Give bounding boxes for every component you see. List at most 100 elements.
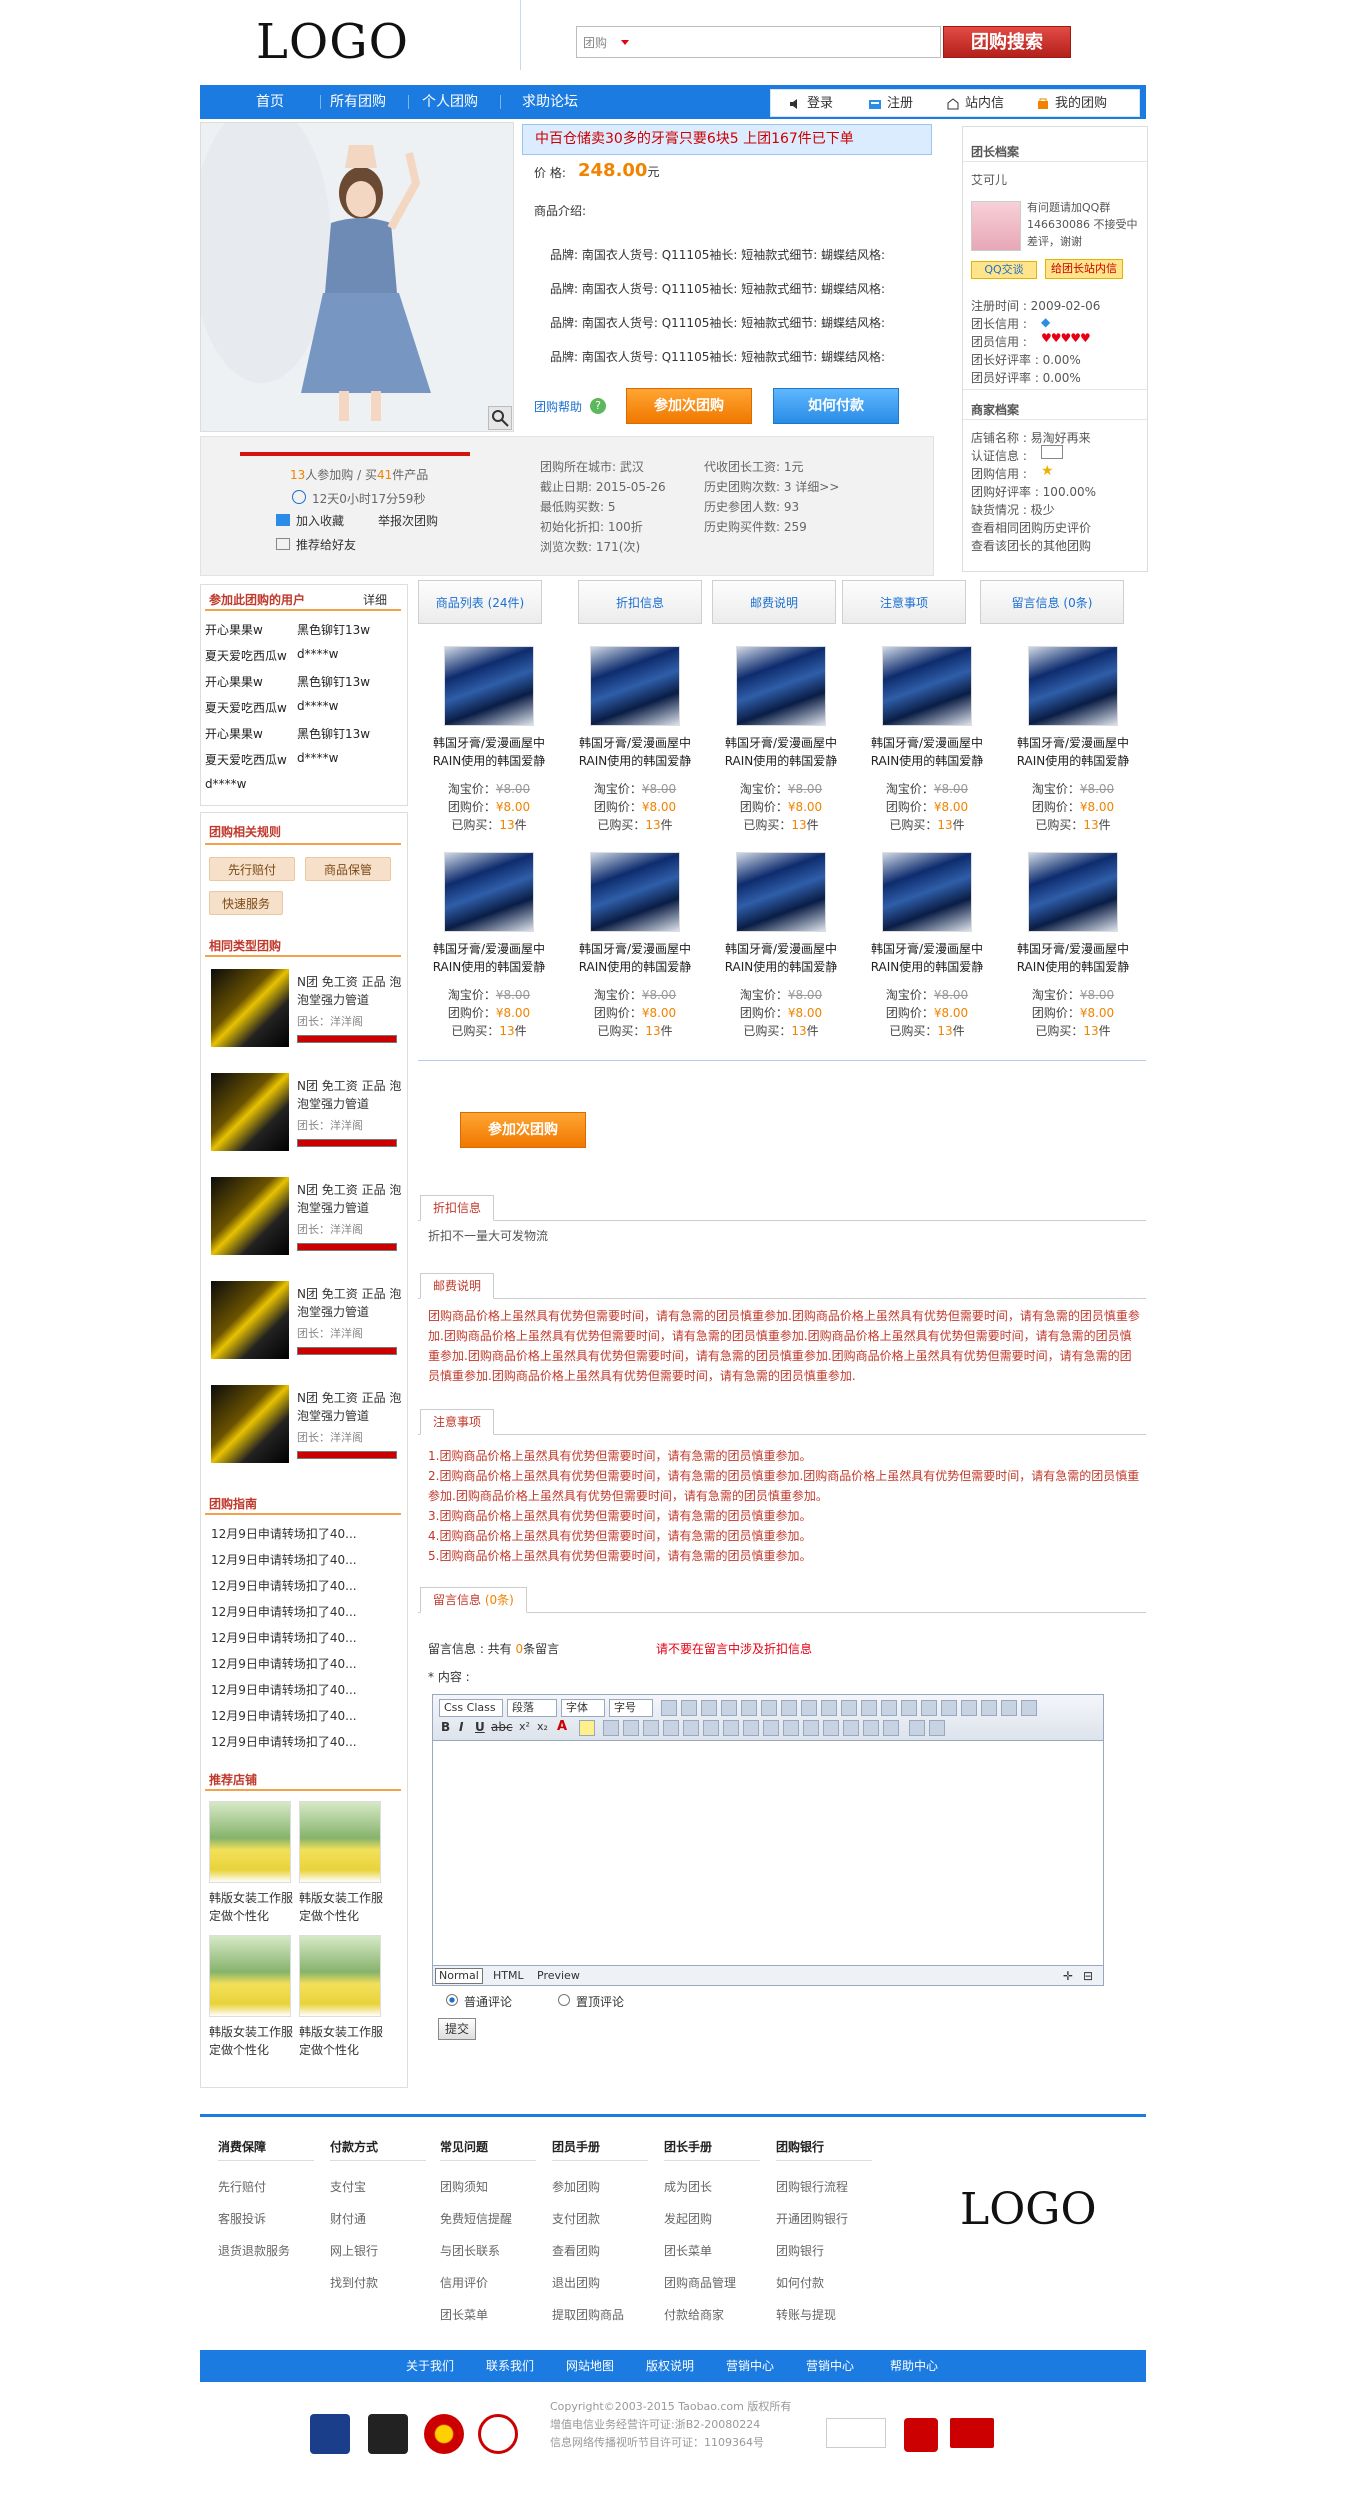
credit-icon[interactable]: [904, 2418, 938, 2452]
nav-item-all-groups[interactable]: 所有团购: [322, 85, 394, 119]
font-size-select[interactable]: 字号: [609, 1699, 653, 1717]
member-name[interactable]: d****w: [297, 751, 338, 765]
footer-link[interactable]: 成为团长: [664, 2178, 712, 2195]
goods-item[interactable]: 韩国牙膏/爱漫画屋中RAIN使用的韩国爱静 淘宝价：¥8.00 团购价：¥8.00 已…: [424, 852, 545, 1052]
member-name[interactable]: 开心果果w: [205, 725, 263, 742]
mode-preview-tab[interactable]: Preview: [537, 1969, 580, 1982]
subscript-icon[interactable]: x₂: [537, 1720, 548, 1733]
align-center-icon[interactable]: [623, 1720, 639, 1736]
shop-thumb[interactable]: [209, 1935, 291, 2017]
guide-item[interactable]: 12月9日申请转场扣了40...: [211, 1551, 357, 1568]
paste-word-icon[interactable]: [761, 1700, 777, 1716]
bold-icon[interactable]: B: [441, 1720, 450, 1734]
rule-pill[interactable]: 商品保管: [305, 857, 391, 881]
guide-item[interactable]: 12月9日申请转场扣了40...: [211, 1603, 357, 1620]
grid-icon[interactable]: [883, 1720, 899, 1736]
redo-icon[interactable]: [861, 1700, 877, 1716]
delete-icon[interactable]: [781, 1700, 797, 1716]
police-badge-icon[interactable]: [310, 2414, 350, 2454]
member-name[interactable]: d****w: [297, 647, 338, 661]
undo-icon[interactable]: [841, 1700, 857, 1716]
goods-item[interactable]: 韩国牙膏/爱漫画屋中RAIN使用的韩国爱静 淘宝价：¥8.00 团购价：¥8.00 已…: [570, 852, 691, 1052]
edit-icon[interactable]: [661, 1700, 677, 1716]
paste-icon[interactable]: [721, 1700, 737, 1716]
cleanup-icon[interactable]: [929, 1720, 945, 1736]
footer-link[interactable]: 参加团购: [552, 2178, 600, 2195]
tab-discount[interactable]: 折扣信息: [578, 580, 702, 624]
business-license-icon[interactable]: [424, 2414, 464, 2454]
table-icon[interactable]: [901, 1700, 917, 1716]
notice-section-tab[interactable]: 注意事项: [420, 1409, 495, 1435]
discount-section-tab[interactable]: 折扣信息: [420, 1195, 495, 1221]
related-thumb[interactable]: [211, 1281, 289, 1359]
footer-link[interactable]: 退出团购: [552, 2274, 600, 2291]
related-thumb[interactable]: [211, 1385, 289, 1463]
guide-item[interactable]: 12月9日申请转场扣了40...: [211, 1733, 357, 1750]
goods-name[interactable]: 韩国牙膏/爱漫画屋中RAIN使用的韩国爱静: [570, 940, 700, 976]
shop-name[interactable]: 韩版女装工作服定做个性化: [209, 2023, 299, 2059]
paragraph-select[interactable]: 段落: [507, 1699, 557, 1717]
footer-link[interactable]: 支付团款: [552, 2210, 600, 2227]
related-thumb[interactable]: [211, 1073, 289, 1151]
member-name[interactable]: 开心果果w: [205, 621, 263, 638]
normal-comment-radio[interactable]: [446, 1994, 458, 2006]
footer-link[interactable]: 团长菜单: [440, 2306, 488, 2323]
report-link[interactable]: 举报次团购: [378, 512, 438, 529]
goods-name[interactable]: 韩国牙膏/爱漫画屋中RAIN使用的韩国爱静: [424, 734, 554, 770]
related-item-title[interactable]: N团 免工资 正品 泡泡堂强力管道: [297, 1285, 407, 1321]
member-name[interactable]: d****w: [297, 699, 338, 713]
footer-link[interactable]: 先行赔付: [218, 2178, 266, 2195]
members-detail-link[interactable]: 详细: [363, 591, 387, 608]
shop-thumb[interactable]: [299, 1801, 381, 1883]
member-name[interactable]: d****w: [205, 777, 246, 791]
related-item-title[interactable]: N团 免工资 正品 泡泡堂强力管道: [297, 1389, 407, 1425]
goods-thumb[interactable]: [590, 646, 680, 726]
footer-link[interactable]: 与团长联系: [440, 2242, 500, 2259]
goods-name[interactable]: 韩国牙膏/爱漫画屋中RAIN使用的韩国爱静: [1008, 940, 1138, 976]
my-group-link[interactable]: 我的团购: [1055, 90, 1107, 118]
cut-icon[interactable]: [681, 1700, 697, 1716]
goods-name[interactable]: 韩国牙膏/爱漫画屋中RAIN使用的韩国爱静: [862, 734, 992, 770]
related-item-title[interactable]: N团 免工资 正品 泡泡堂强力管道: [297, 1077, 407, 1113]
goods-item[interactable]: 韩国牙膏/爱漫画屋中RAIN使用的韩国爱静 淘宝价：¥8.00 团购价：¥8.00 已…: [862, 852, 983, 1052]
member-name[interactable]: 夏天爱吃西瓜w: [205, 647, 287, 664]
resize-icon[interactable]: ✛: [1063, 1969, 1073, 1983]
chevron-down-icon[interactable]: [621, 40, 629, 45]
highlight-icon[interactable]: [579, 1720, 595, 1736]
goods-item[interactable]: 韩国牙膏/爱漫画屋中RAIN使用的韩国爱静 淘宝价：¥8.00 团购价：¥8.00 已…: [1008, 852, 1129, 1052]
tab-postage[interactable]: 邮费说明: [712, 580, 836, 624]
tab-goods-list[interactable]: 商品列表 (24件): [418, 580, 542, 624]
trust-seal-icon[interactable]: [478, 2414, 518, 2454]
guide-item[interactable]: 12月9日申请转场扣了40...: [211, 1681, 357, 1698]
footer-link[interactable]: 团长菜单: [664, 2242, 712, 2259]
link-icon[interactable]: [763, 1720, 779, 1736]
find-icon[interactable]: [801, 1700, 817, 1716]
shop-thumb[interactable]: [299, 1935, 381, 2017]
related-item-title[interactable]: N团 免工资 正品 泡泡堂强力管道: [297, 1181, 407, 1217]
goods-thumb[interactable]: [736, 852, 826, 932]
pdf-icon[interactable]: [1001, 1700, 1017, 1716]
stat-history-count[interactable]: 历史团购次数: 3 详细>>: [704, 478, 839, 495]
footer-link[interactable]: 开通团购银行: [776, 2210, 848, 2227]
select-all-icon[interactable]: [881, 1700, 897, 1716]
avatar[interactable]: [971, 201, 1021, 251]
promo-banner[interactable]: 中百仓储卖30多的牙膏只要6块5 上团167件已下单: [522, 124, 932, 155]
goods-item[interactable]: 韩国牙膏/爱漫画屋中RAIN使用的韩国爱静 淘宝价：¥8.00 团购价：¥8.00 已…: [716, 646, 837, 846]
footer-link[interactable]: 如何付款: [776, 2274, 824, 2291]
justify-icon[interactable]: [663, 1720, 679, 1736]
mode-normal-tab[interactable]: Normal: [435, 1968, 483, 1984]
goods-thumb[interactable]: [882, 646, 972, 726]
goods-item[interactable]: 韩国牙膏/爱漫画屋中RAIN使用的韩国爱静 淘宝价：¥8.00 团购价：¥8.00 已…: [424, 646, 545, 846]
add-favorite-link[interactable]: 加入收藏: [296, 512, 344, 529]
goods-item[interactable]: 韩国牙膏/爱漫画屋中RAIN使用的韩国爱静 淘宝价：¥8.00 团购价：¥8.00 已…: [570, 646, 691, 846]
rule-pill[interactable]: 先行赔付: [209, 857, 295, 881]
submit-button[interactable]: 提交: [438, 2018, 476, 2040]
search-button[interactable]: 团购搜索: [943, 26, 1071, 58]
history-review-link[interactable]: 查看相同团购历史评价: [971, 519, 1091, 536]
goods-name[interactable]: 韩国牙膏/爱漫画屋中RAIN使用的韩国爱静: [862, 940, 992, 976]
footer-nav-sitemap[interactable]: 网站地图: [566, 2350, 614, 2382]
footer-link[interactable]: 转账与提现: [776, 2306, 836, 2323]
search-input[interactable]: 团购: [576, 26, 941, 58]
goods-thumb[interactable]: [1028, 646, 1118, 726]
footer-nav-contact[interactable]: 联系我们: [486, 2350, 534, 2382]
